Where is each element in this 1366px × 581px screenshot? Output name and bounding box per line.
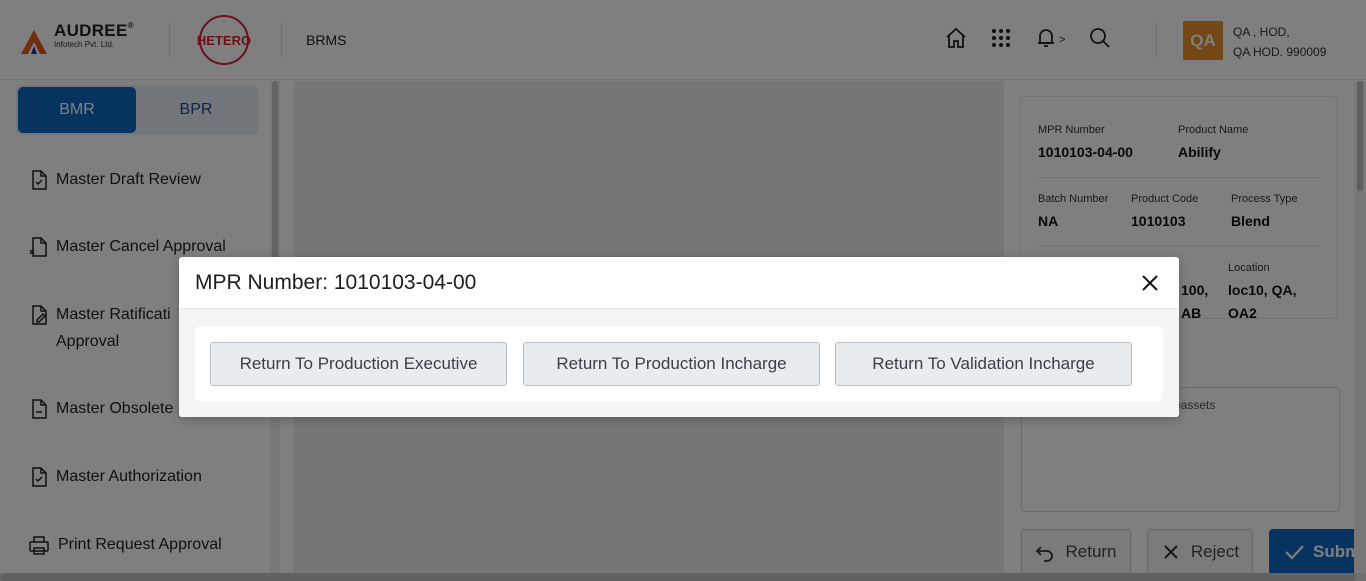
modal-header: MPR Number: 1010103-04-00 [179, 257, 1179, 309]
close-icon[interactable] [1139, 272, 1161, 294]
modal-title: MPR Number: 1010103-04-00 [195, 271, 477, 294]
return-to-validation-incharge-button[interactable]: Return To Validation Incharge [835, 342, 1132, 386]
modal-body: Return To Production Executive Return To… [195, 326, 1163, 401]
return-to-production-incharge-button[interactable]: Return To Production Incharge [523, 342, 820, 386]
return-to-production-executive-button[interactable]: Return To Production Executive [210, 342, 507, 386]
return-modal: MPR Number: 1010103-04-00 Return To Prod… [179, 257, 1179, 417]
